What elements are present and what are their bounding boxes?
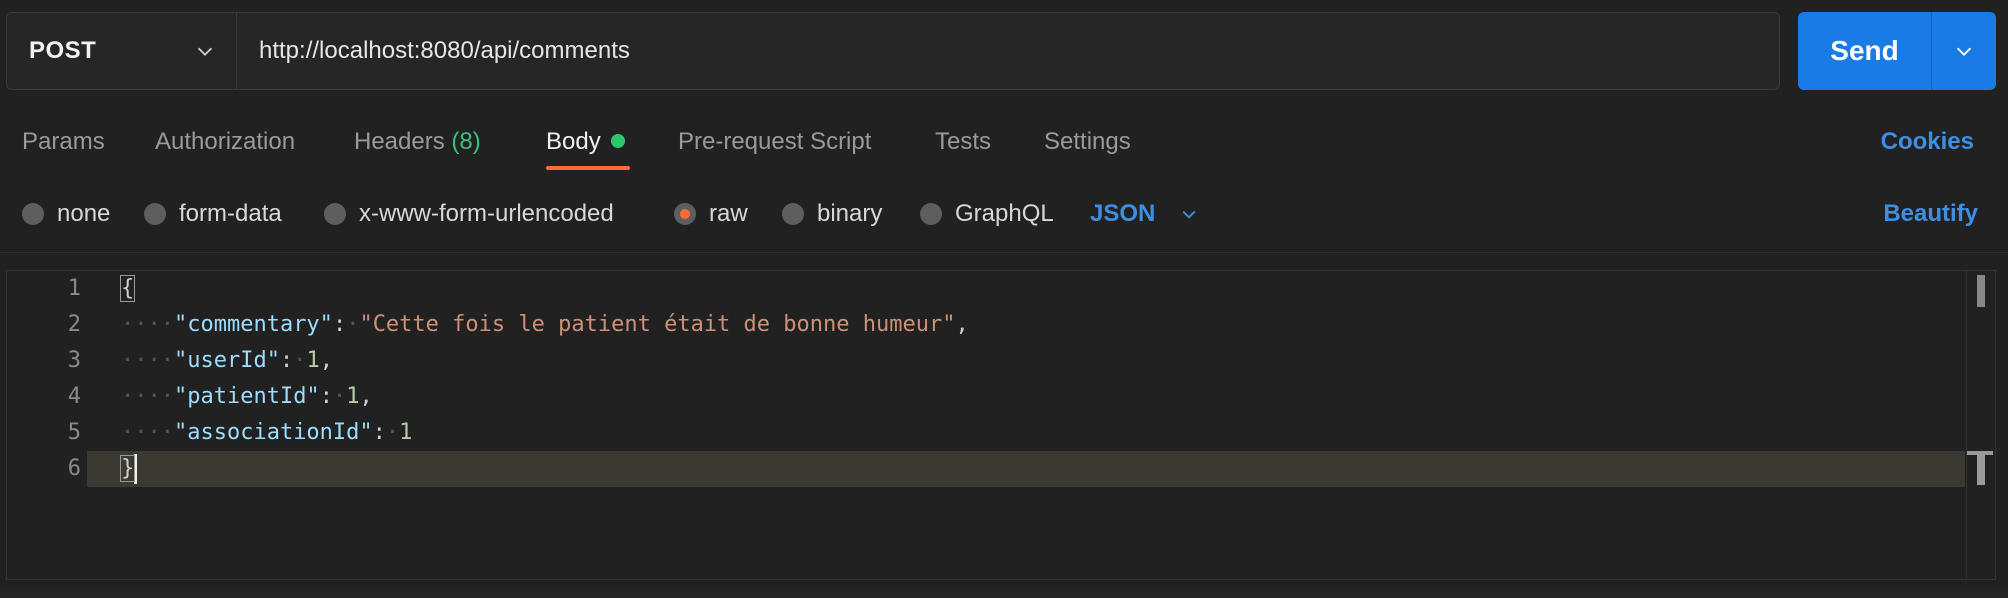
text-cursor [134,454,138,484]
cookies-link[interactable]: Cookies [1881,128,1974,156]
code-line: { [119,271,1965,307]
code-line: ····"patientId":·1, [121,384,373,409]
line-number: 6 [67,456,81,481]
open-brace: { [119,275,136,302]
headers-count-badge: (8) [451,128,481,155]
line-number: 3 [67,348,81,373]
divider [0,252,2008,253]
radio-label: GraphQL [955,200,1054,227]
body-type-selector: none form-data x-www-form-urlencoded raw… [0,190,2008,252]
url-input[interactable]: http://localhost:8080/api/comments [237,37,630,65]
chevron-down-icon [1956,47,1972,56]
beautify-button[interactable]: Beautify [1883,200,1978,228]
chevron-down-icon [197,47,213,56]
radio-circle-selected [674,203,696,225]
line-number: 5 [67,420,81,445]
tab-headers[interactable]: Headers (8) [354,128,481,156]
json-key: "commentary" [173,312,333,337]
radio-label: raw [709,200,748,227]
json-number-value: 1 [306,348,320,373]
tab-settings[interactable]: Settings [1044,128,1131,156]
tab-body[interactable]: Body [546,128,625,156]
line-number: 2 [67,312,81,337]
vertical-scrollbar[interactable] [1966,271,1995,579]
bottom-border [0,590,2008,598]
radio-circle [144,203,166,225]
radio-circle [22,203,44,225]
radio-graphql[interactable]: GraphQL [920,200,1054,228]
tab-headers-label: Headers [354,128,445,155]
code-line: ····"userId":·1, [121,348,333,373]
request-bar: POST http://localhost:8080/api/comments [6,12,1780,90]
method-select[interactable]: POST [7,13,237,89]
radio-label: none [57,200,111,227]
tab-authorization[interactable]: Authorization [155,128,295,156]
radio-circle [782,203,804,225]
send-options-button[interactable] [1932,40,1996,62]
tab-pre-request-script[interactable]: Pre-request Script [678,128,871,156]
code-line: ····"associationId":·1 [121,420,413,445]
radio-form-data[interactable]: form-data [144,200,282,228]
send-button[interactable]: Send [1798,12,1932,90]
radio-circle [920,203,942,225]
code-line-current: } [119,451,1965,487]
radio-label: x-www-form-urlencoded [359,200,614,227]
radio-circle [324,203,346,225]
tab-body-label: Body [546,128,601,155]
radio-x-www-form-urlencoded[interactable]: x-www-form-urlencoded [324,200,614,228]
close-brace: } [119,455,136,482]
json-number-value: 1 [399,420,413,445]
line-number-gutter: 1 2 3 4 5 6 [7,271,87,487]
tab-tests[interactable]: Tests [935,128,991,156]
code-line: ····"commentary":·"Cette fois le patient… [121,312,969,337]
radio-none[interactable]: none [22,200,110,228]
json-key: "userId" [173,348,280,373]
chevron-down-icon [1182,210,1196,219]
json-number-value: 1 [346,384,360,409]
method-label: POST [29,37,97,64]
radio-label: form-data [179,200,282,227]
code-content: { ····"commentary":·"Cette fois le patie… [119,271,1965,487]
radio-label: binary [817,200,883,227]
language-select[interactable]: JSON [1090,200,1199,228]
body-indicator-dot [610,133,625,148]
json-key: "patientId" [173,384,320,409]
scrollbar-cursor-marker [1977,453,1985,485]
line-number: 1 [67,276,81,301]
radio-raw[interactable]: raw [674,200,748,228]
radio-binary[interactable]: binary [782,200,882,228]
line-number: 4 [67,384,81,409]
active-tab-indicator [546,166,630,170]
json-key: "associationId" [173,420,373,445]
scrollbar-marker [1977,275,1985,307]
send-button-group: Send [1798,12,1996,90]
json-string-value: Cette fois le patient était de bonne hum… [372,312,943,337]
tab-params[interactable]: Params [22,128,105,156]
code-editor[interactable]: 1 2 3 4 5 6 { ····"commentary":·"Cette f… [6,270,1996,580]
request-tabs: Params Authorization Headers (8) Body Pr… [0,108,2008,178]
language-label: JSON [1090,200,1156,227]
